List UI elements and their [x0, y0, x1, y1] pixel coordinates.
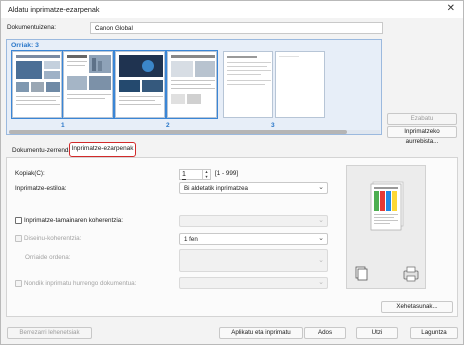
fit-size-checkbox[interactable] — [15, 217, 22, 224]
tab-document-list[interactable]: Dokumentu-zerrenda — [12, 144, 72, 158]
copies-value[interactable]: 1 — [182, 170, 186, 180]
title-bar: Aldatu inprimatze-ezarpenak ✕ — [1, 1, 463, 18]
chevron-down-icon: ⌄ — [318, 235, 324, 242]
help-button[interactable]: Laguntza — [410, 327, 458, 339]
page-preview-area[interactable]: Orriak: 3 1 2 3 — [6, 39, 382, 135]
page-number: 3 — [271, 122, 275, 129]
layout-select[interactable]: 1 fen ⌄ — [179, 233, 328, 245]
stack-icon — [355, 266, 368, 281]
spin-arrows[interactable]: ▲ ▼ — [202, 170, 210, 179]
copies-range: [1 - 999] — [215, 170, 239, 177]
fit-size-label: Inprimatze-tamainaren koherentzia: — [24, 217, 124, 224]
page-thumbnail[interactable] — [62, 50, 114, 119]
print-preview-button[interactable]: Inprimatzeko aurrebista... — [387, 126, 457, 145]
apply-and-print-button[interactable]: Aplikatu eta inprimatu — [219, 327, 303, 339]
close-icon[interactable]: ✕ — [447, 3, 455, 14]
next-document-select[interactable]: ⌄ — [179, 277, 328, 289]
document-name-label: Dokumentuizena: — [7, 24, 57, 31]
page-order-label: Orriaide ordena: — [25, 254, 71, 261]
page-count-label: Orriak: 3 — [11, 42, 39, 49]
page-thumbnail-image — [67, 55, 111, 99]
page-thumbnail-image — [119, 55, 163, 105]
chevron-down-icon: ⌄ — [318, 217, 324, 224]
page-thumbnail-image — [279, 56, 299, 57]
layout-checkbox[interactable] — [15, 235, 22, 242]
page-thumbnail-image — [227, 56, 271, 85]
page-thumbnail[interactable] — [114, 50, 166, 119]
spin-down-icon[interactable]: ▼ — [203, 175, 210, 180]
tab-print-settings[interactable]: Inprimatze-ezarpenak — [69, 142, 136, 157]
page-number: 2 — [166, 122, 170, 129]
printer-icon — [403, 266, 419, 282]
print-style-select[interactable]: Bi aldetatik inprimatzea ⌄ — [179, 182, 328, 194]
fit-size-select[interactable]: ⌄ — [179, 215, 328, 227]
print-illustration — [346, 165, 426, 289]
chevron-down-icon: ⌄ — [318, 257, 324, 264]
copies-stepper[interactable]: 1 ▲ ▼ — [179, 169, 211, 180]
next-document-label: Nondik inprimatu hurrengo dokumentua: — [24, 280, 137, 287]
window-title: Aldatu inprimatze-ezarpenak — [8, 5, 100, 14]
chevron-down-icon: ⌄ — [318, 184, 324, 191]
page-thumbnail[interactable] — [11, 50, 63, 119]
print-style-label: Inprimatze-estiloa: — [15, 185, 67, 192]
page-thumbnail[interactable] — [166, 50, 218, 119]
delete-button[interactable]: Ezabatu — [387, 113, 457, 125]
preview-scrollbar[interactable] — [9, 130, 380, 134]
page-number: 1 — [61, 122, 65, 129]
next-document-checkbox[interactable] — [15, 280, 22, 287]
restore-defaults-button[interactable]: Berrezarri lehenetsiak — [7, 327, 92, 339]
chevron-down-icon: ⌄ — [318, 279, 324, 286]
layout-value: 1 fen — [184, 236, 198, 243]
document-name-field[interactable]: Canon Global — [90, 22, 383, 34]
scrollbar-thumb[interactable] — [9, 130, 347, 134]
cancel-button[interactable]: Utzi — [356, 327, 398, 339]
layout-label: Diseinu-koherentzia: — [24, 235, 82, 242]
details-button[interactable]: Xehetasunak... — [381, 301, 453, 313]
page-order-select[interactable]: ⌄ — [179, 249, 328, 272]
dialog-window: Aldatu inprimatze-ezarpenak ✕ Dokumentui… — [0, 0, 464, 345]
print-style-value: Bi aldetatik inprimatzea — [184, 185, 248, 192]
page-thumbnail[interactable] — [223, 51, 273, 118]
page-thumbnail-image — [171, 55, 215, 104]
copies-label: Kopiak(C): — [15, 170, 45, 177]
ok-button[interactable]: Ados — [304, 327, 346, 339]
page-thumbnail-image — [16, 55, 60, 105]
page-thumbnail[interactable] — [275, 51, 325, 118]
